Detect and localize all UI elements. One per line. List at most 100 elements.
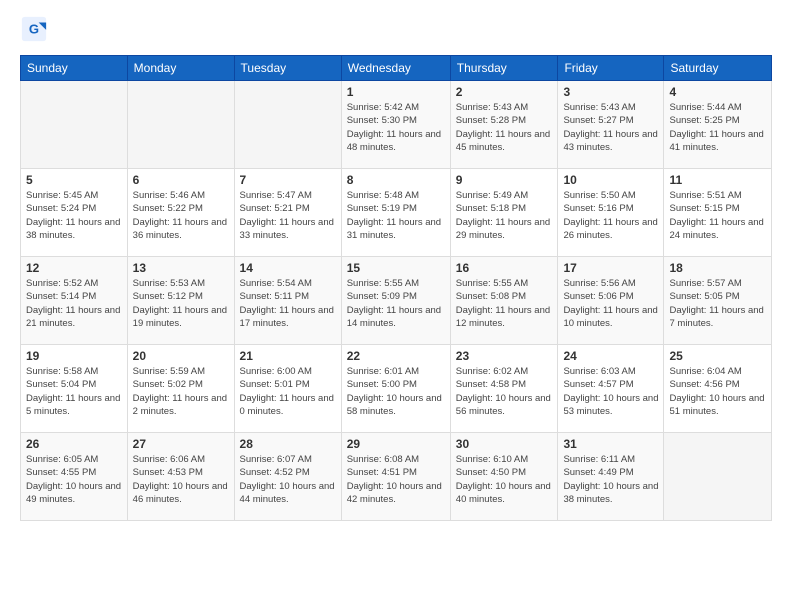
calendar-cell (234, 81, 341, 169)
calendar-cell: 30Sunrise: 6:10 AM Sunset: 4:50 PM Dayli… (450, 433, 558, 521)
day-header: Sunday (21, 56, 128, 81)
calendar-cell: 26 Sunrise: 6:05 AM Sunset: 4:55 PM Dayli… (21, 433, 128, 521)
calendar-cell (664, 433, 772, 521)
day-number: 3 (563, 85, 658, 99)
calendar-cell: 23 Sunrise: 6:02 AM Sunset: 4:58 PM Dayli… (450, 345, 558, 433)
day-info: Sunrise: 5:46 AM Sunset: 5:22 PM Dayligh… (133, 189, 229, 242)
day-info: Sunrise: 6:10 AM Sunset: 4:50 PM Dayligh… (456, 453, 553, 506)
logo: G (20, 15, 50, 43)
day-info: Sunrise: 5:43 AM Sunset: 5:27 PM Dayligh… (563, 101, 658, 154)
calendar-cell: 20Sunrise: 5:59 AM Sunset: 5:02 PM Dayli… (127, 345, 234, 433)
calendar-cell: 27 Sunrise: 6:06 AM Sunset: 4:53 PM Dayli… (127, 433, 234, 521)
calendar-cell: 11Sunrise: 5:51 AM Sunset: 5:15 PM Dayli… (664, 169, 772, 257)
day-header: Saturday (664, 56, 772, 81)
logo-icon: G (20, 15, 48, 43)
calendar-week: 1 Sunrise: 5:42 AM Sunset: 5:30 PM Daylig… (21, 81, 772, 169)
day-info: Sunrise: 6:02 AM Sunset: 4:58 PM Dayligh… (456, 365, 553, 418)
day-number: 12 (26, 261, 122, 275)
day-info: Sunrise: 5:55 AM Sunset: 5:09 PM Dayligh… (347, 277, 445, 330)
day-info: Sunrise: 5:47 AM Sunset: 5:21 PM Dayligh… (240, 189, 336, 242)
calendar-week: 26 Sunrise: 6:05 AM Sunset: 4:55 PM Dayli… (21, 433, 772, 521)
day-number: 1 (347, 85, 445, 99)
day-info: Sunrise: 6:07 AM Sunset: 4:52 PM Dayligh… (240, 453, 336, 506)
day-number: 20 (133, 349, 229, 363)
calendar-cell: 1 Sunrise: 5:42 AM Sunset: 5:30 PM Daylig… (341, 81, 450, 169)
day-header: Tuesday (234, 56, 341, 81)
day-info: Sunrise: 5:57 AM Sunset: 5:05 PM Dayligh… (669, 277, 766, 330)
day-number: 16 (456, 261, 553, 275)
day-number: 23 (456, 349, 553, 363)
day-number: 24 (563, 349, 658, 363)
calendar-cell: 5 Sunrise: 5:45 AM Sunset: 5:24 PM Daylig… (21, 169, 128, 257)
calendar-week: 19 Sunrise: 5:58 AM Sunset: 5:04 PM Dayli… (21, 345, 772, 433)
day-number: 27 (133, 437, 229, 451)
day-info: Sunrise: 6:05 AM Sunset: 4:55 PM Dayligh… (26, 453, 122, 506)
day-number: 13 (133, 261, 229, 275)
day-number: 18 (669, 261, 766, 275)
calendar-cell: 22 Sunrise: 6:01 AM Sunset: 5:00 PM Dayli… (341, 345, 450, 433)
calendar-cell: 28 Sunrise: 6:07 AM Sunset: 4:52 PM Dayli… (234, 433, 341, 521)
calendar-cell: 29 Sunrise: 6:08 AM Sunset: 4:51 PM Dayli… (341, 433, 450, 521)
header: G (20, 15, 772, 43)
calendar-week: 12 Sunrise: 5:52 AM Sunset: 5:14 PM Dayli… (21, 257, 772, 345)
calendar-cell: 12 Sunrise: 5:52 AM Sunset: 5:14 PM Dayli… (21, 257, 128, 345)
svg-text:G: G (29, 22, 39, 37)
day-number: 2 (456, 85, 553, 99)
calendar-cell: 17Sunrise: 5:56 AM Sunset: 5:06 PM Dayli… (558, 257, 664, 345)
calendar-cell: 14Sunrise: 5:54 AM Sunset: 5:11 PM Dayli… (234, 257, 341, 345)
calendar-cell: 3 Sunrise: 5:43 AM Sunset: 5:27 PM Daylig… (558, 81, 664, 169)
day-number: 6 (133, 173, 229, 187)
calendar-cell: 24Sunrise: 6:03 AM Sunset: 4:57 PM Dayli… (558, 345, 664, 433)
calendar-table: SundayMondayTuesdayWednesdayThursdayFrid… (20, 55, 772, 521)
day-number: 22 (347, 349, 445, 363)
calendar-week: 5 Sunrise: 5:45 AM Sunset: 5:24 PM Daylig… (21, 169, 772, 257)
day-info: Sunrise: 5:51 AM Sunset: 5:15 PM Dayligh… (669, 189, 766, 242)
day-info: Sunrise: 5:42 AM Sunset: 5:30 PM Dayligh… (347, 101, 445, 154)
day-info: Sunrise: 6:08 AM Sunset: 4:51 PM Dayligh… (347, 453, 445, 506)
calendar-body: 1 Sunrise: 5:42 AM Sunset: 5:30 PM Daylig… (21, 81, 772, 521)
day-number: 17 (563, 261, 658, 275)
calendar-cell: 15Sunrise: 5:55 AM Sunset: 5:09 PM Dayli… (341, 257, 450, 345)
calendar-cell: 13Sunrise: 5:53 AM Sunset: 5:12 PM Dayli… (127, 257, 234, 345)
day-info: Sunrise: 6:04 AM Sunset: 4:56 PM Dayligh… (669, 365, 766, 418)
day-number: 29 (347, 437, 445, 451)
page-container: G SundayMondayTuesdayWednesdayThursdayFr… (0, 0, 792, 531)
calendar-cell (127, 81, 234, 169)
day-info: Sunrise: 5:54 AM Sunset: 5:11 PM Dayligh… (240, 277, 336, 330)
day-info: Sunrise: 6:00 AM Sunset: 5:01 PM Dayligh… (240, 365, 336, 418)
day-info: Sunrise: 6:11 AM Sunset: 4:49 PM Dayligh… (563, 453, 658, 506)
calendar-cell: 16 Sunrise: 5:55 AM Sunset: 5:08 PM Dayli… (450, 257, 558, 345)
day-info: Sunrise: 5:49 AM Sunset: 5:18 PM Dayligh… (456, 189, 553, 242)
day-number: 31 (563, 437, 658, 451)
calendar-cell: 4Sunrise: 5:44 AM Sunset: 5:25 PM Daylig… (664, 81, 772, 169)
calendar-cell: 25 Sunrise: 6:04 AM Sunset: 4:56 PM Dayli… (664, 345, 772, 433)
calendar-cell: 21 Sunrise: 6:00 AM Sunset: 5:01 PM Dayli… (234, 345, 341, 433)
day-info: Sunrise: 5:52 AM Sunset: 5:14 PM Dayligh… (26, 277, 122, 330)
day-number: 26 (26, 437, 122, 451)
calendar-cell: 6 Sunrise: 5:46 AM Sunset: 5:22 PM Daylig… (127, 169, 234, 257)
day-header: Wednesday (341, 56, 450, 81)
day-number: 8 (347, 173, 445, 187)
day-number: 5 (26, 173, 122, 187)
day-number: 25 (669, 349, 766, 363)
day-info: Sunrise: 5:48 AM Sunset: 5:19 PM Dayligh… (347, 189, 445, 242)
calendar-cell: 18 Sunrise: 5:57 AM Sunset: 5:05 PM Dayli… (664, 257, 772, 345)
calendar-cell: 7Sunrise: 5:47 AM Sunset: 5:21 PM Daylig… (234, 169, 341, 257)
day-info: Sunrise: 5:45 AM Sunset: 5:24 PM Dayligh… (26, 189, 122, 242)
day-number: 9 (456, 173, 553, 187)
day-number: 19 (26, 349, 122, 363)
day-info: Sunrise: 5:55 AM Sunset: 5:08 PM Dayligh… (456, 277, 553, 330)
calendar-header: SundayMondayTuesdayWednesdayThursdayFrid… (21, 56, 772, 81)
day-number: 21 (240, 349, 336, 363)
calendar-cell: 31 Sunrise: 6:11 AM Sunset: 4:49 PM Dayli… (558, 433, 664, 521)
day-info: Sunrise: 5:44 AM Sunset: 5:25 PM Dayligh… (669, 101, 766, 154)
day-info: Sunrise: 5:50 AM Sunset: 5:16 PM Dayligh… (563, 189, 658, 242)
day-number: 10 (563, 173, 658, 187)
day-number: 28 (240, 437, 336, 451)
calendar-cell: 8 Sunrise: 5:48 AM Sunset: 5:19 PM Daylig… (341, 169, 450, 257)
day-info: Sunrise: 5:58 AM Sunset: 5:04 PM Dayligh… (26, 365, 122, 418)
day-info: Sunrise: 6:06 AM Sunset: 4:53 PM Dayligh… (133, 453, 229, 506)
calendar-cell: 9 Sunrise: 5:49 AM Sunset: 5:18 PM Daylig… (450, 169, 558, 257)
day-info: Sunrise: 6:01 AM Sunset: 5:00 PM Dayligh… (347, 365, 445, 418)
calendar-cell (21, 81, 128, 169)
